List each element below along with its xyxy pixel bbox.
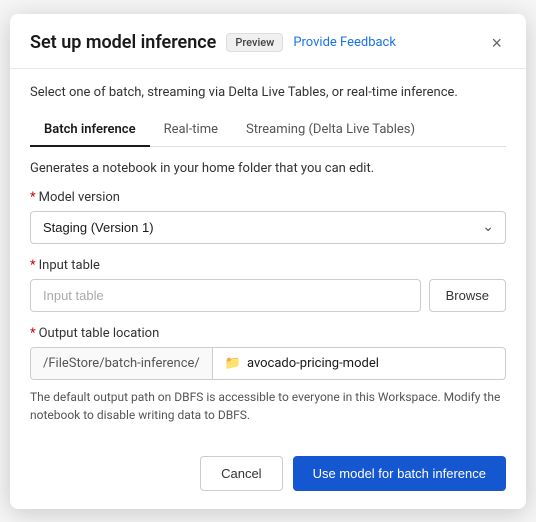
required-star-output: * (30, 326, 36, 341)
output-path-prefix: /FileStore/batch-inference/ (31, 348, 213, 379)
input-table-group: * Input table Browse (30, 258, 506, 312)
tabs-container: Batch inference Real-time Streaming (Del… (30, 114, 506, 147)
model-version-group: * Model version Staging (Version 1) ⌄ (30, 190, 506, 244)
tab-streaming[interactable]: Streaming (Delta Live Tables) (232, 114, 429, 147)
modal-title: Set up model inference (30, 32, 216, 53)
output-name-text: avocado-pricing-model (247, 356, 379, 371)
required-star-input: * (30, 258, 36, 273)
output-table-group: * Output table location /FileStore/batch… (30, 326, 506, 424)
close-button[interactable]: × (487, 32, 506, 54)
tab-real-time[interactable]: Real-time (150, 114, 232, 147)
model-version-select-wrapper: Staging (Version 1) ⌄ (30, 211, 506, 244)
browse-button[interactable]: Browse (429, 279, 506, 312)
folder-icon: 📁 (225, 356, 241, 371)
output-table-label: * Output table location (30, 326, 506, 341)
modal-container: Set up model inference Preview Provide F… (10, 14, 526, 509)
model-version-label: * Model version (30, 190, 506, 205)
output-name-display: 📁 avocado-pricing-model (213, 348, 505, 379)
required-star-model: * (30, 190, 36, 205)
modal-footer: Cancel Use model for batch inference (10, 438, 526, 509)
feedback-link[interactable]: Provide Feedback (293, 35, 396, 50)
input-table-field[interactable] (30, 279, 421, 312)
dbfs-note: The default output path on DBFS is acces… (30, 388, 506, 424)
output-table-display: /FileStore/batch-inference/ 📁 avocado-pr… (30, 347, 506, 380)
modal-body: Select one of batch, streaming via Delta… (10, 69, 526, 424)
tab-batch-inference[interactable]: Batch inference (30, 114, 150, 147)
use-model-button[interactable]: Use model for batch inference (293, 456, 506, 491)
input-table-row: Browse (30, 279, 506, 312)
cancel-button[interactable]: Cancel (200, 456, 282, 491)
modal-header: Set up model inference Preview Provide F… (10, 14, 526, 69)
model-version-select[interactable]: Staging (Version 1) (30, 211, 506, 244)
preview-badge: Preview (226, 33, 283, 52)
input-table-label: * Input table (30, 258, 506, 273)
generates-note: Generates a notebook in your home folder… (30, 161, 506, 176)
description-text: Select one of batch, streaming via Delta… (30, 85, 506, 100)
